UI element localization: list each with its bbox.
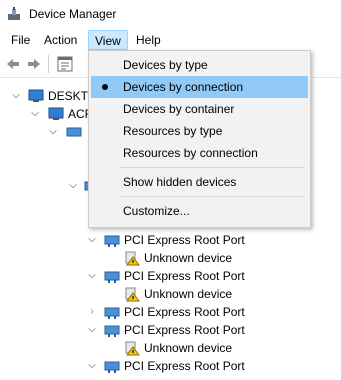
warning-device-icon (125, 287, 140, 302)
title-bar: Device Manager (0, 0, 341, 30)
menu-help[interactable]: Help (130, 30, 167, 50)
tree-label: PCI Express Root Port (124, 233, 245, 247)
computer-icon (48, 107, 64, 120)
menu-separator (119, 167, 305, 168)
pci-port-icon (104, 271, 120, 283)
warning-device-icon (125, 251, 140, 266)
tree-label: PCI Express Root Port (124, 359, 245, 373)
menu-action[interactable]: Action (38, 30, 83, 50)
chevron-down-icon[interactable]: ⌵ (11, 87, 21, 105)
tree-row-pci[interactable]: › PCI Express Root Port (0, 303, 341, 321)
tree-label: PCI Express Root Port (124, 305, 245, 319)
tree-row-pci[interactable]: ⌵ PCI Express Root Port (0, 267, 341, 285)
menu-option-label: Customize... (123, 204, 190, 218)
chevron-down-icon[interactable]: ⌵ (87, 231, 97, 249)
pci-port-icon (104, 235, 120, 247)
tree-label: PCI Express Root Port (124, 323, 245, 337)
tree-row-pci[interactable]: ⌵ PCI Express Root Port (0, 231, 341, 249)
forward-icon[interactable] (25, 55, 43, 73)
menu-option-resources-by-connection[interactable]: Resources by connection (91, 142, 308, 164)
device-manager-icon (8, 7, 20, 20)
menu-option-label: Devices by type (123, 58, 208, 72)
computer-icon (28, 89, 44, 102)
menu-option-label: Devices by container (123, 102, 235, 116)
menu-option-label: Devices by connection (123, 80, 244, 94)
chevron-right-icon[interactable]: › (87, 303, 97, 321)
menu-separator (119, 196, 305, 197)
tree-row-unknown[interactable]: Unknown device (0, 249, 341, 267)
menu-option-devices-by-type[interactable]: Devices by type (91, 54, 308, 76)
chevron-down-icon[interactable]: ⌵ (87, 321, 97, 339)
pci-port-icon (104, 361, 120, 373)
tree-label: Unknown device (144, 287, 233, 301)
tree-row-pci[interactable]: ⌵ PCI Express Root Port (0, 357, 341, 375)
radio-bullet-icon (102, 84, 108, 90)
pci-port-icon (104, 325, 120, 337)
chevron-down-icon[interactable]: ⌵ (48, 123, 58, 141)
menu-option-show-hidden-devices[interactable]: Show hidden devices (91, 171, 308, 193)
tree-row-pci[interactable]: ⌵ PCI Express Root Port (0, 321, 341, 339)
menu-option-label: Resources by connection (123, 146, 258, 160)
toolbar-separator (48, 55, 49, 73)
view-menu-dropdown: Devices by type Devices by connection De… (88, 50, 311, 228)
chevron-down-icon[interactable]: ⌵ (87, 267, 97, 285)
chevron-down-icon[interactable]: ⌵ (30, 105, 40, 123)
pci-device-icon (66, 127, 82, 137)
window-title: Device Manager (29, 7, 117, 21)
properties-icon[interactable] (56, 55, 74, 73)
tree-label: Unknown device (144, 251, 233, 265)
menu-option-customize[interactable]: Customize... (91, 200, 308, 222)
tree-label: Unknown device (144, 341, 233, 355)
warning-device-icon (125, 341, 140, 356)
tree-label: PCI Express Root Port (124, 269, 245, 283)
tree-row-unknown[interactable]: Unknown device (0, 285, 341, 303)
tree-row-unknown[interactable]: Unknown device (0, 339, 341, 357)
chevron-down-icon[interactable]: ⌵ (68, 177, 78, 195)
menu-option-label: Show hidden devices (123, 175, 237, 189)
menu-option-label: Resources by type (123, 124, 223, 138)
chevron-down-icon[interactable]: ⌵ (87, 357, 97, 375)
back-icon[interactable] (4, 55, 22, 73)
menu-view[interactable]: View (88, 30, 128, 50)
pci-port-icon (104, 307, 120, 319)
menu-file[interactable]: File (5, 30, 36, 50)
menu-option-resources-by-type[interactable]: Resources by type (91, 120, 308, 142)
menu-option-devices-by-container[interactable]: Devices by container (91, 98, 308, 120)
menu-bar: File Action View Help (0, 30, 341, 50)
menu-option-devices-by-connection[interactable]: Devices by connection (91, 76, 308, 98)
